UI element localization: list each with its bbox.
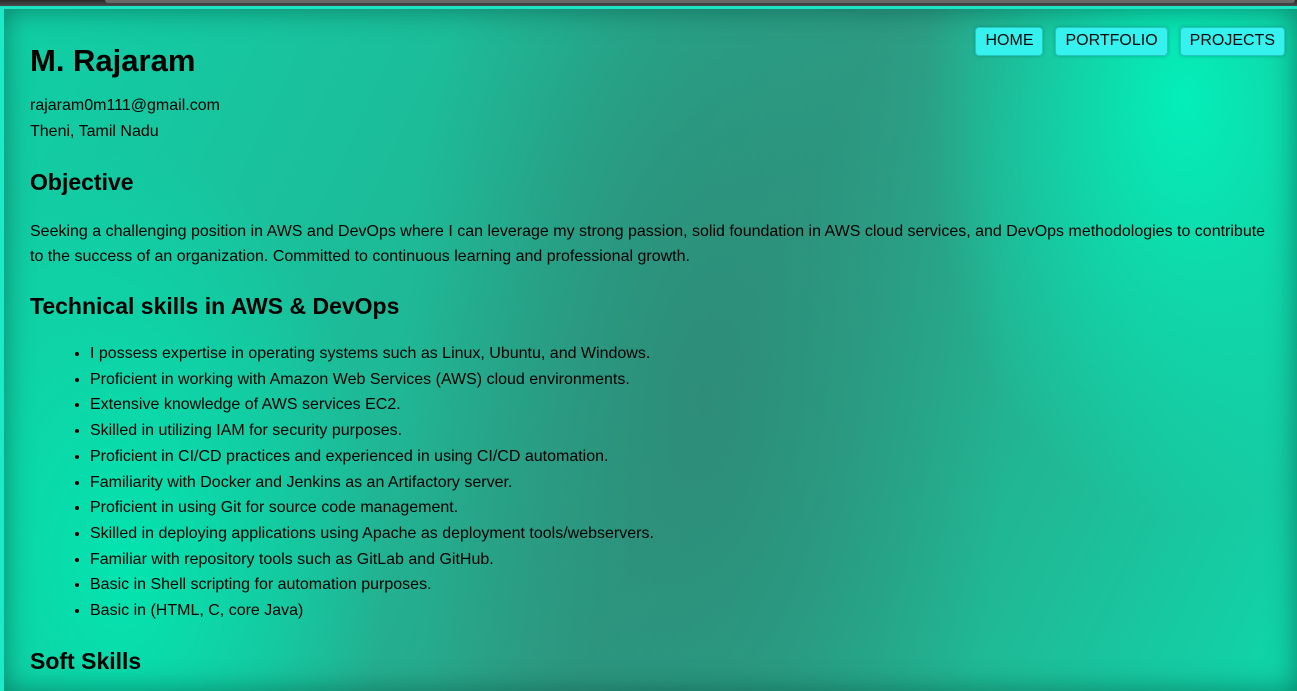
list-item: Proficient in working with Amazon Web Se… [90,367,1275,393]
technical-skills-list: I possess expertise in operating systems… [30,341,1275,624]
list-item: Proficient in CI/CD practices and experi… [90,444,1275,470]
soft-skills-heading: Soft Skills [30,647,142,674]
list-item: Familiar with repository tools such as G… [90,547,1275,573]
list-item: I possess expertise in operating systems… [90,341,1275,367]
list-item: Basic in Shell scripting for automation … [90,572,1275,598]
objective-text: Seeking a challenging position in AWS an… [30,223,1266,265]
profile-name: M. Rajaram [30,43,196,78]
objective-heading: Objective [30,169,134,195]
resume-content: M. Rajaram rajaram0m111@gmail.com Theni,… [30,39,1275,676]
technical-skills-heading: Technical skills in AWS & DevOps [30,293,400,319]
list-item: Familiarity with Docker and Jenkins as a… [90,470,1275,496]
list-item: Proficient in using Git for source code … [90,495,1275,521]
resume-page: HOME PORTFOLIO PROJECTS M. Rajaram rajar… [0,6,1297,691]
contact-email: rajaram0m111@gmail.com [30,97,220,114]
contact-location: Theni, Tamil Nadu [30,123,159,140]
list-item: Skilled in deploying applications using … [90,521,1275,547]
list-item: Extensive knowledge of AWS services EC2. [90,392,1275,418]
list-item: Skilled in utilizing IAM for security pu… [90,418,1275,444]
tab-edge [105,0,1295,3]
contact-info: rajaram0m111@gmail.com Theni, Tamil Nadu [30,93,1275,145]
list-item: Basic in (HTML, C, core Java) [90,598,1275,624]
